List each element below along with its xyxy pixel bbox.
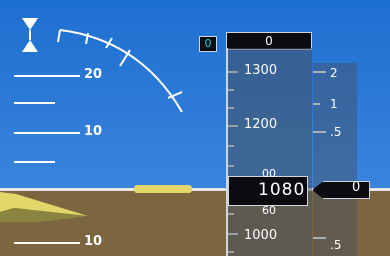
selected-altitude-marker: 0 <box>199 36 217 52</box>
aircraft-wing-bar <box>134 185 192 193</box>
roll-scale-arc <box>59 29 183 113</box>
vsi-label: .5 <box>330 238 342 252</box>
vsi-label: .5 <box>330 125 342 139</box>
vertical-speed-scale <box>313 63 357 256</box>
vsi-label: 1 <box>330 97 338 111</box>
roll-tick <box>57 29 61 43</box>
pitch-label-neg10: 10 <box>84 234 103 249</box>
vertical-speed-pointer <box>312 181 370 199</box>
vertical-speed-value: 0 <box>352 180 361 195</box>
pitch-label-20: 20 <box>84 67 103 82</box>
current-altitude: 1080 <box>258 180 306 200</box>
roll-pointer-icon <box>22 40 38 52</box>
altitude-roller-bottom: 60 <box>262 204 276 217</box>
altitude-roller-top: 00 <box>262 167 276 180</box>
roll-pointer-icon <box>22 18 38 30</box>
vsi-label: 2 <box>330 66 338 80</box>
pitch-label-10: 10 <box>84 124 103 139</box>
altitude-tape-label: 1300 <box>244 63 278 78</box>
altitude-tape-label: 1200 <box>244 117 278 132</box>
altitude-tape-label: 1000 <box>244 228 278 243</box>
primary-flight-display: 20 10 10 0 0 1300 1200 1000 2 1 .5 .5 00… <box>0 0 390 256</box>
altitude-tape <box>226 48 312 256</box>
